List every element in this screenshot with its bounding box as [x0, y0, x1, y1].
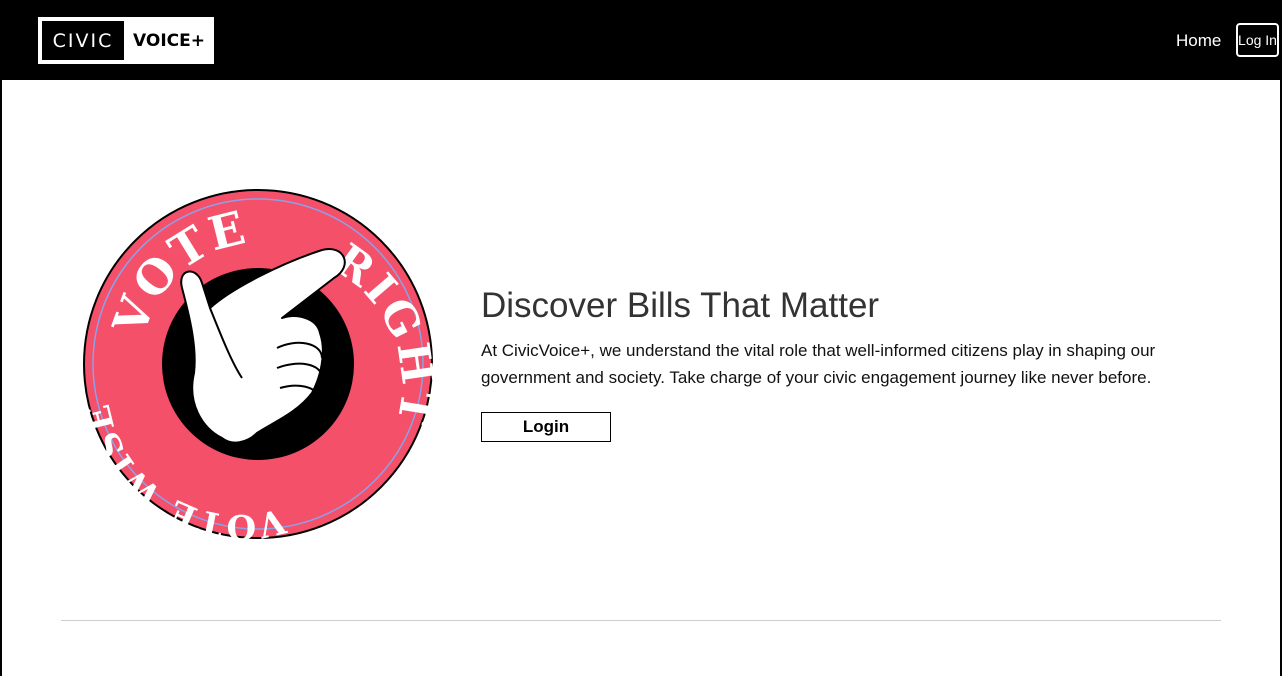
civicvoice-logo[interactable]: CIVIC VOICE+: [38, 17, 214, 64]
logo-civic-text: CIVIC: [40, 19, 126, 62]
page-left-border: [0, 0, 2, 676]
logo-voice-text: VOICE+: [133, 30, 205, 51]
section-divider: [61, 620, 1221, 621]
hero-login-button[interactable]: Login: [481, 412, 611, 442]
hero-description: At CivicVoice+, we understand the vital …: [481, 341, 1156, 387]
hero-text-block: Discover Bills That Matter At CivicVoice…: [481, 286, 1211, 391]
hero-title: Discover Bills That Matter: [481, 286, 880, 325]
top-navbar: CIVIC VOICE+ Home Log In: [0, 0, 1282, 80]
nav-login-button[interactable]: Log In: [1236, 23, 1279, 57]
vote-right-badge-image: VOTE RIGHT VOTE WISE: [82, 189, 434, 540]
nav-home-link[interactable]: Home: [1176, 31, 1221, 51]
